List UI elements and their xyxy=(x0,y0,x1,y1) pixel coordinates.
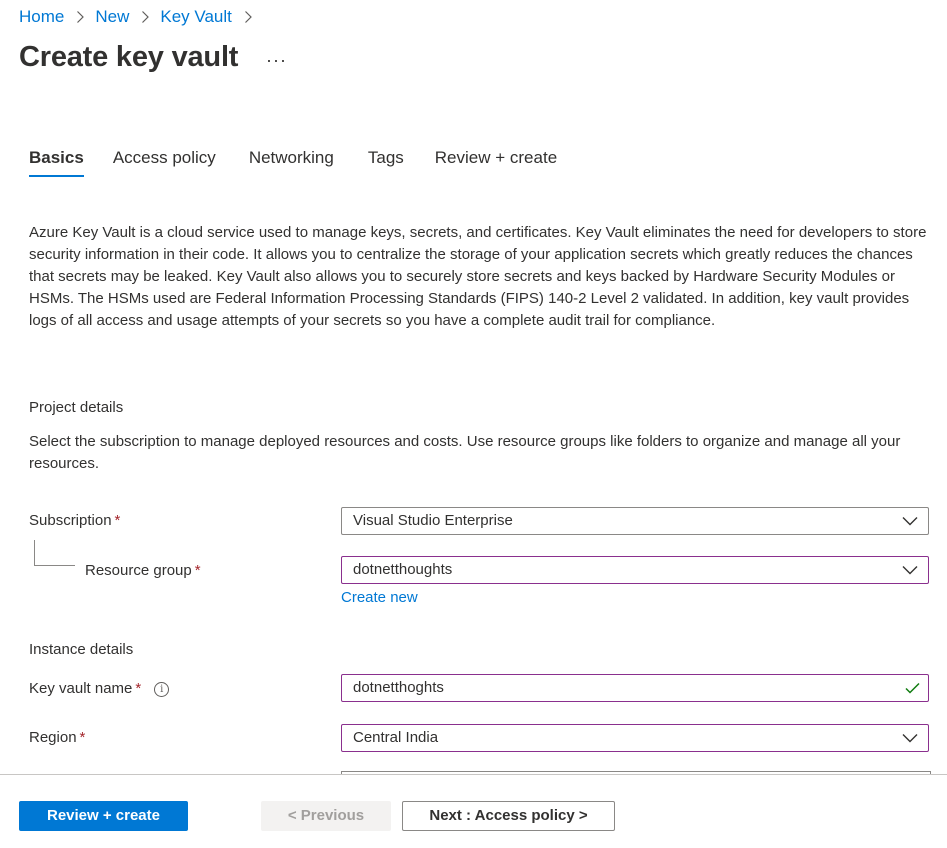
region-label: Region * xyxy=(29,729,85,746)
region-dropdown[interactable]: Central India xyxy=(341,724,929,752)
breadcrumb: Home New Key Vault xyxy=(19,7,263,27)
project-details-heading: Project details xyxy=(29,399,124,416)
breadcrumb-home[interactable]: Home xyxy=(19,7,64,27)
review-create-button[interactable]: Review + create xyxy=(19,801,188,831)
tab-basics[interactable]: Basics xyxy=(29,148,84,177)
chevron-down-icon xyxy=(902,734,918,743)
tree-connector xyxy=(34,540,75,566)
tab-tags[interactable]: Tags xyxy=(368,148,404,177)
tab-review-create[interactable]: Review + create xyxy=(435,148,557,177)
required-marker: * xyxy=(135,680,142,697)
create-new-link[interactable]: Create new xyxy=(341,589,418,606)
breadcrumb-key-vault[interactable]: Key Vault xyxy=(160,7,232,27)
tab-access-policy[interactable]: Access policy xyxy=(113,148,216,177)
resource-group-label-text: Resource group xyxy=(85,562,192,579)
resource-group-value: dotnetthoughts xyxy=(353,561,453,578)
chevron-down-icon xyxy=(902,566,918,575)
key-vault-name-label: Key vault name * i xyxy=(29,680,170,697)
next-access-policy-button[interactable]: Next : Access policy > xyxy=(402,801,615,831)
required-marker: * xyxy=(194,562,201,579)
page-title: Create key vault xyxy=(19,41,239,73)
chevron-right-icon xyxy=(244,11,252,23)
chevron-down-icon xyxy=(902,517,918,526)
required-marker: * xyxy=(114,512,121,529)
project-details-description: Select the subscription to manage deploy… xyxy=(29,433,901,472)
subscription-label: Subscription * xyxy=(29,512,120,529)
breadcrumb-new[interactable]: New xyxy=(95,7,129,27)
instance-details-heading: Instance details xyxy=(29,641,134,658)
subscription-value: Visual Studio Enterprise xyxy=(353,512,513,529)
previous-button[interactable]: < Previous xyxy=(261,801,391,831)
tab-bar: Basics Access policy Networking Tags Rev… xyxy=(29,148,586,177)
info-icon[interactable]: i xyxy=(154,682,170,697)
resource-group-dropdown[interactable]: dotnetthoughts xyxy=(341,556,929,584)
ellipsis-icon[interactable]: ··· xyxy=(266,50,287,71)
intro-description: Azure Key Vault is a cloud service used … xyxy=(29,224,927,329)
key-vault-name-input[interactable]: dotnetthoghts xyxy=(341,674,929,702)
key-vault-name-label-text: Key vault name xyxy=(29,680,133,697)
resource-group-label: Resource group * xyxy=(85,562,201,579)
region-label-text: Region xyxy=(29,729,77,746)
region-value: Central India xyxy=(353,729,439,746)
tab-networking[interactable]: Networking xyxy=(249,148,334,177)
chevron-right-icon xyxy=(77,11,85,23)
footer-divider xyxy=(0,774,947,775)
required-marker: * xyxy=(79,729,86,746)
checkmark-icon xyxy=(905,682,920,694)
chevron-right-icon xyxy=(142,11,150,23)
subscription-dropdown[interactable]: Visual Studio Enterprise xyxy=(341,507,929,535)
subscription-label-text: Subscription xyxy=(29,512,112,529)
key-vault-name-value: dotnetthoghts xyxy=(353,679,444,696)
